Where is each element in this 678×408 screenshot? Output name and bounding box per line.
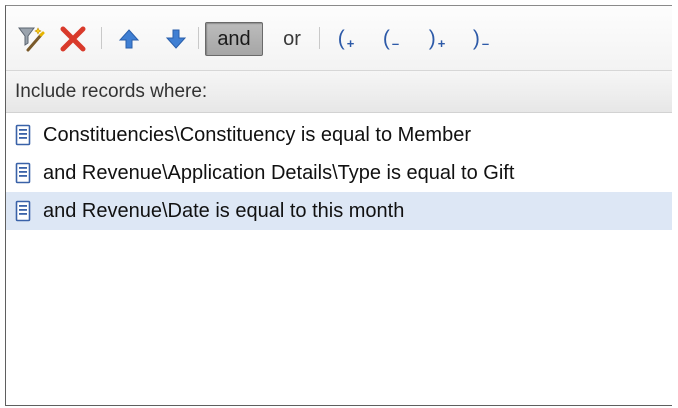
add-open-parenthesis-button[interactable]: ( +	[331, 22, 361, 56]
criteria-editor: and or ( + ( – ) + ) – Include records w…	[5, 5, 672, 406]
arrow-up-icon	[118, 29, 140, 49]
toolbar: and or ( + ( – ) + ) –	[6, 6, 672, 71]
toolbar-separator	[101, 27, 102, 49]
and-button[interactable]: and	[205, 22, 263, 56]
remove-close-parenthesis-button[interactable]: ) –	[466, 22, 496, 56]
criteria-text: and Revenue\Application Details\Type is …	[43, 161, 515, 184]
red-x-icon	[60, 26, 86, 52]
plus-glyph: +	[437, 35, 446, 51]
or-button[interactable]: or	[276, 22, 308, 56]
move-down-button[interactable]	[161, 23, 191, 55]
plus-glyph: +	[346, 35, 355, 51]
toolbar-separator	[319, 27, 320, 49]
minus-glyph: –	[481, 35, 490, 51]
criteria-text: and Revenue\Date is equal to this month	[43, 199, 405, 222]
close-paren-glyph: )	[428, 27, 436, 50]
magic-filter-icon	[18, 27, 45, 52]
record-icon	[15, 162, 31, 184]
minus-glyph: –	[391, 35, 400, 51]
add-close-parenthesis-button[interactable]: ) +	[422, 22, 452, 56]
move-up-button[interactable]	[114, 23, 144, 55]
remove-open-parenthesis-button[interactable]: ( –	[376, 22, 406, 56]
criteria-row[interactable]: and Revenue\Application Details\Type is …	[6, 154, 672, 192]
criteria-list: Constituencies\Constituency is equal to …	[6, 116, 672, 230]
open-paren-glyph: (	[337, 27, 345, 50]
arrow-down-icon	[165, 29, 187, 49]
filter-wand-button[interactable]	[14, 23, 48, 55]
toolbar-separator	[198, 27, 199, 49]
record-icon	[15, 124, 31, 146]
record-icon	[15, 200, 31, 222]
criteria-text: Constituencies\Constituency is equal to …	[43, 123, 471, 146]
include-records-label: Include records where:	[15, 80, 208, 102]
delete-button[interactable]	[56, 23, 90, 55]
criteria-row[interactable]: Constituencies\Constituency is equal to …	[6, 116, 672, 154]
open-paren-glyph: (	[382, 27, 390, 50]
criteria-row-selected[interactable]: and Revenue\Date is equal to this month	[6, 192, 672, 230]
close-paren-glyph: )	[472, 27, 480, 50]
criteria-header: Include records where:	[6, 71, 672, 113]
